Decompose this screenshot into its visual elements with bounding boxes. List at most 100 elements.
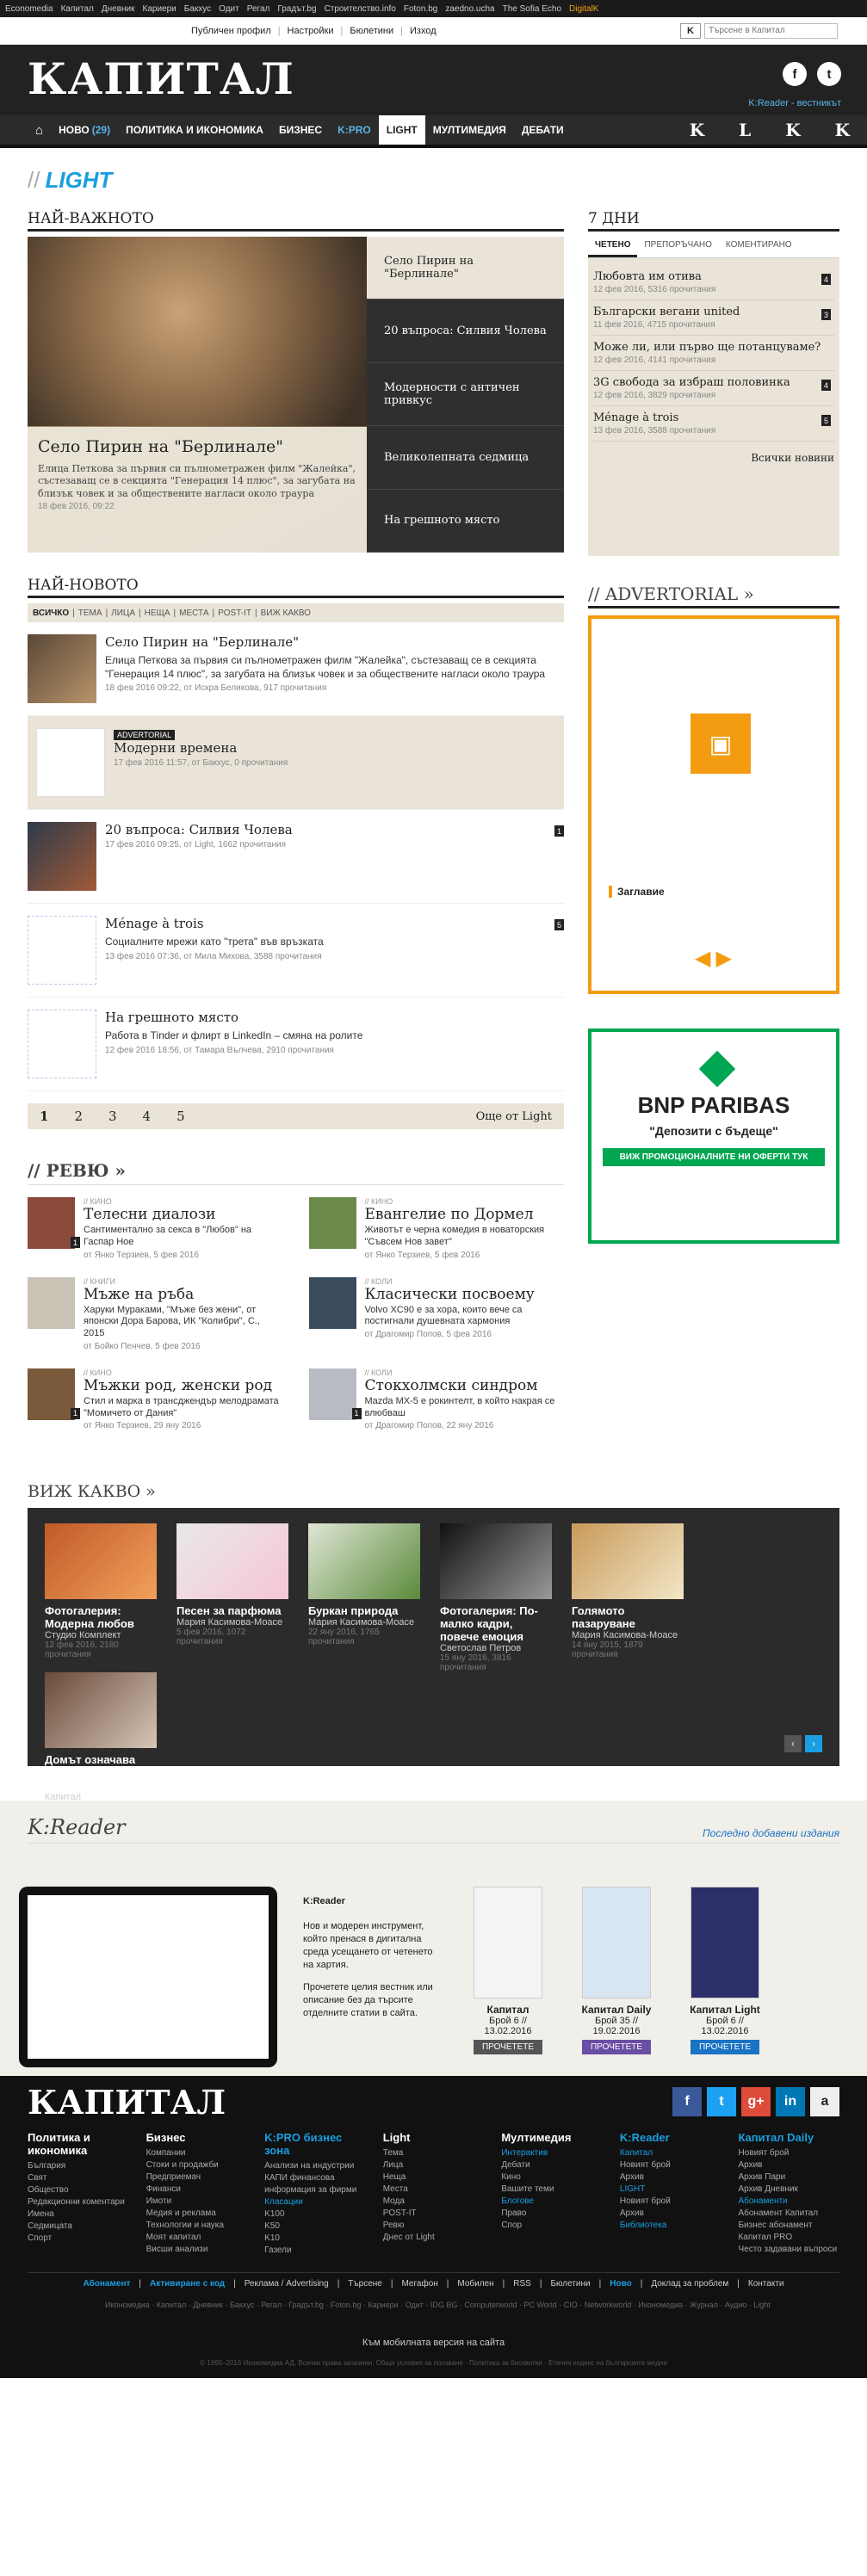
google-plus-icon[interactable]: g+ <box>741 2087 771 2117</box>
footer-link[interactable]: Архив <box>620 2171 721 2184</box>
review-title[interactable]: Телесни диалози <box>84 1206 283 1223</box>
footer-column-heading[interactable]: K:PRO бизнес зона <box>264 2131 366 2157</box>
footer-link[interactable]: Медия и реклама <box>146 2208 248 2220</box>
filter-4[interactable]: МЕСТА <box>179 608 208 618</box>
days-item-title[interactable]: Ménage à trois <box>593 411 834 424</box>
network-link[interactable]: Дневник <box>102 4 135 14</box>
search-input[interactable] <box>704 22 838 39</box>
review-title[interactable]: Стокхолмски синдром <box>365 1377 565 1394</box>
featured-title[interactable]: Село Пирин на "Берлинале" <box>38 437 356 456</box>
footer-link[interactable]: Кино <box>501 2171 603 2184</box>
mobile-version-link[interactable]: Към мобилната версия на сайта <box>28 2338 839 2348</box>
footer-link[interactable]: Висши анализи <box>146 2244 248 2256</box>
page-4[interactable]: 4 <box>143 1109 152 1124</box>
footer-bar-link[interactable]: RSS <box>513 2279 531 2289</box>
days-item-title[interactable]: Български вегани united <box>593 306 834 318</box>
page-3[interactable]: 3 <box>108 1109 117 1124</box>
footer-link[interactable]: Вашите теми <box>501 2184 603 2196</box>
site-logo[interactable]: КАПИТАЛ <box>28 53 294 104</box>
featured-list-item[interactable]: Великолепната седмица <box>367 426 564 490</box>
view-title[interactable]: Буркан природа <box>308 1604 420 1617</box>
page-2[interactable]: 2 <box>74 1109 83 1124</box>
view-title[interactable]: Фотогалерия: По-малко кадри, повече емоц… <box>440 1604 552 1643</box>
bnp-offer-button[interactable]: ВИЖ ПРОМОЦИОНАЛНИТЕ НИ ОФЕРТИ ТУК <box>602 1148 826 1166</box>
footer-link[interactable]: Класации <box>264 2196 366 2208</box>
filter-3[interactable]: НЕЩА <box>145 608 170 618</box>
days-item-title[interactable]: 3G свобода за избраш половинка <box>593 376 834 389</box>
featured-list-item[interactable]: 20 въпроса: Силвия Чолева <box>367 300 564 363</box>
filter-6[interactable]: ВИЖ КАКВО <box>261 608 311 618</box>
issue-cover[interactable] <box>691 1887 759 1999</box>
footer-link[interactable]: Бизнес абонамент Капитал PRO <box>738 2220 839 2244</box>
network-link[interactable]: Градът.bg <box>277 4 316 14</box>
review-thumbnail[interactable] <box>308 1368 356 1420</box>
footer-bar-link[interactable]: Ново <box>610 2279 631 2289</box>
footer-link[interactable]: Компании <box>146 2147 248 2159</box>
footer-bar-link[interactable]: Търсене <box>348 2279 382 2289</box>
review-thumbnail[interactable] <box>28 1276 75 1329</box>
review-thumbnail[interactable] <box>28 1368 75 1420</box>
footer-link[interactable]: Дебати <box>501 2159 603 2171</box>
footer-link[interactable]: Лица <box>383 2159 485 2171</box>
footer-column-heading[interactable]: Капитал Daily <box>738 2131 839 2144</box>
kreader-link[interactable]: K:Reader - вестникът <box>748 98 841 108</box>
news-thumbnail[interactable] <box>28 634 96 703</box>
nav-politics[interactable]: ПОЛИТИКА И ИКОНОМИКА <box>118 115 271 145</box>
view-thumbnail[interactable] <box>45 1523 157 1600</box>
footer-link[interactable]: Капитал <box>620 2147 721 2159</box>
nav-kpro[interactable]: K:PRO <box>330 115 379 145</box>
days-item[interactable]: Любовта им отива 12 фев 2016, 5316 прочит… <box>593 265 834 300</box>
tab-commented[interactable]: КОМЕНТИРАНО <box>719 235 799 257</box>
view-title[interactable]: Домът означава много: Деспслава и Атанас… <box>45 1753 157 1792</box>
bnp-banner[interactable]: BNP PARIBAS "Депозити с бъдеще" ВИЖ ПРОМ… <box>588 1029 839 1244</box>
footer-link[interactable]: Право <box>501 2208 603 2220</box>
network-link[interactable]: DigitalK <box>569 4 598 14</box>
network-link[interactable]: Кариери <box>143 4 176 14</box>
network-link[interactable]: Одит <box>219 4 239 14</box>
review-thumbnail[interactable] <box>28 1197 75 1249</box>
footer-bar-link[interactable]: Контакти <box>748 2279 784 2289</box>
nav-multimedia[interactable]: МУЛТИМЕДИЯ <box>425 115 514 145</box>
footer-link[interactable]: Газели <box>264 2245 366 2257</box>
footer-column-heading[interactable]: Политика и икономика <box>28 2131 129 2157</box>
network-link[interactable]: zaedno.ucha <box>445 4 494 14</box>
amazon-icon[interactable]: a <box>810 2087 839 2117</box>
next-arrow-icon[interactable]: › <box>805 1735 822 1753</box>
footer-link[interactable]: Мода <box>383 2196 485 2208</box>
footer-bar-link[interactable]: Доклад за проблем <box>651 2279 728 2289</box>
news-title[interactable]: На грешното място <box>105 1010 362 1025</box>
featured-list-item[interactable]: На грешното място <box>367 490 564 553</box>
footer-link[interactable]: Технологии и наука <box>146 2220 248 2232</box>
view-item[interactable]: Фотогалерия: Модерна любов Студио Комплек… <box>45 1523 157 1659</box>
footer-link[interactable]: Новият брой <box>738 2147 839 2159</box>
review-thumbnail[interactable] <box>308 1197 356 1249</box>
logout-link[interactable]: Изход <box>410 26 437 36</box>
network-link[interactable]: Капитал <box>61 4 94 14</box>
news-thumbnail[interactable] <box>28 822 96 891</box>
twitter-icon[interactable]: t <box>707 2087 736 2117</box>
view-title[interactable]: Фотогалерия: Модерна любов <box>45 1604 157 1630</box>
issue-cover[interactable] <box>474 1887 542 1999</box>
settings-link[interactable]: Настройки <box>288 26 334 36</box>
footer-link[interactable]: POST-IT <box>383 2208 485 2220</box>
news-thumbnail[interactable] <box>28 1010 96 1078</box>
view-title[interactable]: Голямото пазаруване <box>572 1604 684 1630</box>
footer-link[interactable]: Имена <box>28 2208 129 2221</box>
view-item[interactable]: Домът означава много: Деспслава и Атанас… <box>45 1672 157 1821</box>
nav-debates[interactable]: ДЕБАТИ <box>514 115 572 145</box>
footer-link[interactable]: Новият брой <box>620 2159 721 2171</box>
footer-link[interactable]: Архив Дневник <box>738 2184 839 2196</box>
footer-column-heading[interactable]: Light <box>383 2131 485 2144</box>
nav-business[interactable]: БИЗНЕС <box>271 115 330 145</box>
featured-image[interactable]: Село Пирин на "Берлинале" Елица Петкова … <box>28 237 367 553</box>
footer-column-heading[interactable]: K:Reader <box>620 2131 721 2144</box>
footer-link[interactable]: Често задавани въпроси <box>738 2244 839 2256</box>
days-item-title[interactable]: Може ли, или първо ще потанцуваме? <box>593 341 834 354</box>
news-title[interactable]: 20 въпроса: Силвия Чолева <box>105 822 293 837</box>
nav-kapital-icon[interactable]: K <box>672 115 721 145</box>
footer-bar-link[interactable]: Реклама / Advertising <box>245 2279 329 2289</box>
featured-list-item[interactable]: Село Пирин на "Берлинале" <box>367 237 564 300</box>
footer-link[interactable]: Архив <box>620 2208 721 2220</box>
twitter-icon[interactable]: t <box>817 62 841 86</box>
footer-link[interactable]: Имоти <box>146 2196 248 2208</box>
